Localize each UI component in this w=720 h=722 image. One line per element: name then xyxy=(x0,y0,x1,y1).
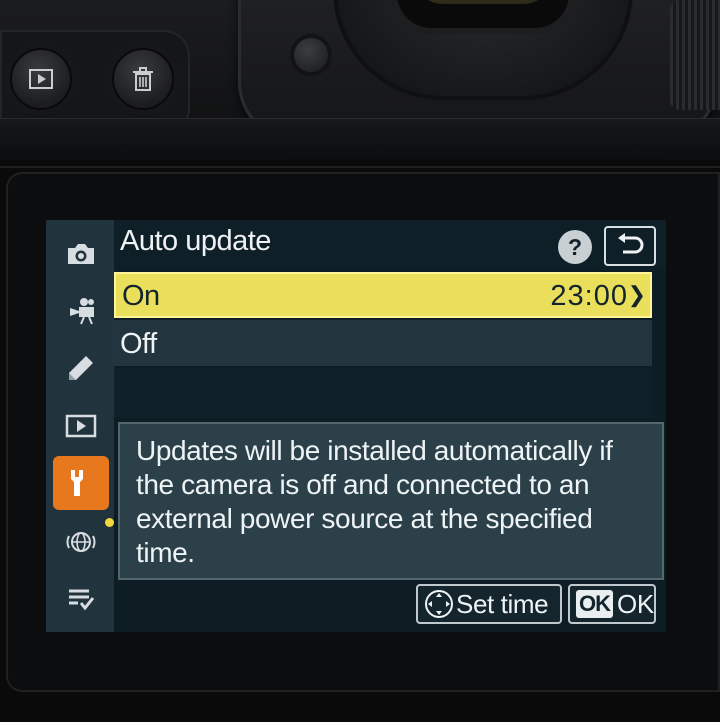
eyecup xyxy=(333,0,633,100)
notification-dot xyxy=(105,518,114,527)
option-off[interactable]: Off xyxy=(114,320,652,366)
sidebar-item-photo-shooting[interactable] xyxy=(53,226,109,282)
menu-sidebar xyxy=(46,220,114,632)
trash-icon xyxy=(133,67,153,91)
ok-button[interactable]: OK OK xyxy=(568,584,656,624)
page-title: Auto update xyxy=(120,225,271,257)
empty-list-row xyxy=(114,368,652,418)
set-time-button[interactable]: Set time xyxy=(416,584,562,624)
ok-label: OK xyxy=(617,588,654,619)
option-on[interactable]: On 23:00 ❯ xyxy=(114,272,652,318)
help-icon[interactable]: ? xyxy=(558,230,592,264)
back-button[interactable] xyxy=(604,226,656,266)
set-time-label: Set time xyxy=(456,588,549,619)
sidebar-item-video-recording[interactable] xyxy=(53,282,109,338)
option-off-label: Off xyxy=(120,328,157,360)
pencil-icon xyxy=(69,356,93,380)
menu-header: Auto update ? xyxy=(114,220,666,270)
ok-button-icon: OK xyxy=(576,590,613,618)
return-icon xyxy=(618,233,644,254)
chevron-right-icon: ❯ xyxy=(627,282,646,307)
update-time-value: 23:00 xyxy=(550,280,628,312)
delete-button[interactable] xyxy=(112,48,174,110)
playback-button[interactable] xyxy=(10,48,72,110)
eyepiece-glass xyxy=(413,0,553,4)
playback-button-icon xyxy=(29,69,53,89)
option-on-label: On xyxy=(122,280,160,312)
camera-ledge xyxy=(0,118,720,159)
diopter-knob[interactable] xyxy=(294,38,328,72)
sidebar-item-setup[interactable] xyxy=(53,456,109,510)
sidebar-item-network[interactable] xyxy=(53,514,109,570)
eyepiece xyxy=(391,0,575,34)
sidebar-item-playback[interactable] xyxy=(53,398,109,454)
wrench-icon xyxy=(71,470,83,496)
camera-lcd-screen: Auto update ? On 23:00 ❯ Off Updates wil… xyxy=(46,220,666,632)
command-dial[interactable] xyxy=(670,0,720,110)
sidebar-item-custom-settings[interactable] xyxy=(53,340,109,396)
sidebar-item-my-menu[interactable] xyxy=(53,570,109,626)
movie-camera-icon xyxy=(70,298,94,325)
playback-icon xyxy=(65,414,97,438)
network-icon xyxy=(66,532,96,552)
my-menu-icon xyxy=(69,589,95,611)
multi-selector-icon xyxy=(425,590,453,618)
help-text-box: Updates will be installed automatically … xyxy=(118,422,664,580)
camera-icon xyxy=(68,244,94,264)
